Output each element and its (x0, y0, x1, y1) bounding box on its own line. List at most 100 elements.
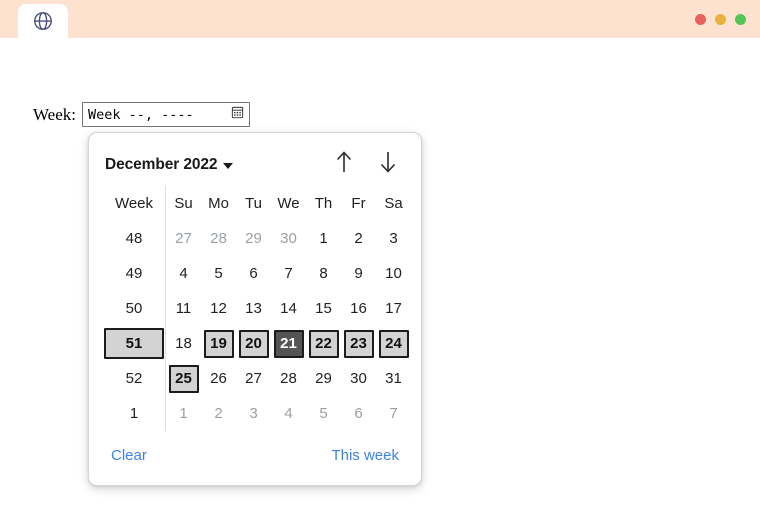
day-number: 11 (175, 300, 192, 317)
week-number-value: 51 (104, 328, 164, 359)
day-header-sa: Sa (384, 195, 403, 212)
day-cell[interactable]: 21 (271, 326, 306, 361)
day-number: 4 (179, 265, 188, 282)
day-number: 18 (175, 335, 192, 352)
day-cell[interactable]: 14 (271, 291, 306, 326)
day-cell[interactable]: 29 (236, 221, 271, 256)
week-number-value: 49 (125, 265, 143, 282)
calendar-nav (333, 149, 399, 180)
day-number: 5 (319, 405, 328, 422)
day-number: 4 (284, 405, 293, 422)
day-number: 29 (315, 370, 332, 387)
week-number-cell[interactable]: 1 (103, 396, 166, 431)
day-number: 12 (210, 300, 227, 317)
calendar-header-row: Week Su Mo Tu We Th Fr Sa (103, 186, 411, 221)
day-cell[interactable]: 7 (271, 256, 306, 291)
page-content: Week: Week --, ---- December 2022 Week S… (0, 38, 760, 529)
day-cell[interactable]: 6 (341, 396, 376, 431)
window-maximize-button[interactable] (735, 13, 746, 25)
day-number: 1 (179, 405, 188, 422)
week-number-cell[interactable]: 52 (103, 361, 166, 396)
day-number: 20 (238, 329, 269, 358)
day-cell[interactable]: 26 (201, 361, 236, 396)
week-field-row: Week: Week --, ---- (33, 102, 250, 127)
day-cell[interactable]: 15 (306, 291, 341, 326)
day-cell[interactable]: 25 (166, 361, 202, 396)
day-cell[interactable]: 6 (236, 256, 271, 291)
day-number: 15 (315, 300, 332, 317)
window-minimize-button[interactable] (715, 13, 726, 25)
week-number-cell[interactable]: 48 (103, 221, 166, 256)
day-cell[interactable]: 3 (376, 221, 411, 256)
this-week-button[interactable]: This week (331, 447, 399, 464)
day-number: 9 (354, 265, 363, 282)
day-number: 24 (378, 329, 409, 358)
day-cell[interactable]: 11 (166, 291, 202, 326)
day-number: 25 (168, 364, 199, 393)
day-cell[interactable]: 30 (271, 221, 306, 256)
day-cell[interactable]: 24 (376, 326, 411, 361)
day-cell[interactable]: 2 (201, 396, 236, 431)
day-cell[interactable]: 3 (236, 396, 271, 431)
day-number: 30 (350, 370, 367, 387)
browser-tab[interactable] (18, 4, 68, 38)
week-input[interactable]: Week --, ---- (82, 102, 250, 127)
day-header-tu: Tu (245, 195, 262, 212)
day-number: 7 (284, 265, 293, 282)
calendar-week-row: 52 25 26 27 28 29 30 31 (103, 361, 411, 396)
day-header-mo: Mo (208, 195, 229, 212)
day-number: 8 (319, 265, 328, 282)
calendar-icon[interactable] (230, 105, 245, 125)
browser-chrome (0, 0, 760, 38)
day-cell[interactable]: 12 (201, 291, 236, 326)
week-field-label: Week: (33, 104, 76, 124)
day-number: 30 (280, 230, 297, 247)
day-cell[interactable]: 9 (341, 256, 376, 291)
day-cell[interactable]: 13 (236, 291, 271, 326)
day-cell[interactable]: 27 (166, 221, 202, 256)
day-number: 16 (350, 300, 367, 317)
day-cell[interactable]: 29 (306, 361, 341, 396)
day-cell[interactable]: 8 (306, 256, 341, 291)
day-cell[interactable]: 30 (341, 361, 376, 396)
day-number: 3 (249, 405, 258, 422)
day-cell[interactable]: 18 (166, 326, 202, 361)
day-cell[interactable]: 28 (201, 221, 236, 256)
week-number-cell[interactable]: 51 (103, 326, 166, 361)
calendar-header: December 2022 (89, 133, 421, 186)
clear-button[interactable]: Clear (111, 447, 147, 464)
day-cell[interactable]: 4 (271, 396, 306, 431)
calendar-week-row: 1 1 2 3 4 5 6 7 (103, 396, 411, 431)
week-number-value: 52 (125, 370, 143, 387)
day-cell[interactable]: 7 (376, 396, 411, 431)
day-cell[interactable]: 16 (341, 291, 376, 326)
arrow-up-icon[interactable] (333, 149, 355, 180)
arrow-down-icon[interactable] (377, 149, 399, 180)
month-year-dropdown[interactable]: December 2022 (105, 156, 234, 174)
day-cell[interactable]: 20 (236, 326, 271, 361)
day-number: 14 (280, 300, 297, 317)
week-number-cell[interactable]: 49 (103, 256, 166, 291)
day-cell[interactable]: 23 (341, 326, 376, 361)
day-cell[interactable]: 17 (376, 291, 411, 326)
day-cell[interactable]: 2 (341, 221, 376, 256)
day-number: 19 (203, 329, 234, 358)
day-cell[interactable]: 5 (201, 256, 236, 291)
day-cell[interactable]: 1 (166, 396, 202, 431)
week-number-value: 1 (129, 405, 139, 422)
day-number: 1 (319, 230, 328, 247)
day-cell[interactable]: 28 (271, 361, 306, 396)
day-cell[interactable]: 31 (376, 361, 411, 396)
day-cell[interactable]: 5 (306, 396, 341, 431)
day-cell[interactable]: 10 (376, 256, 411, 291)
calendar-week-row: 48 27 28 29 30 1 2 3 (103, 221, 411, 256)
day-cell[interactable]: 19 (201, 326, 236, 361)
day-cell[interactable]: 1 (306, 221, 341, 256)
day-cell[interactable]: 22 (306, 326, 341, 361)
window-close-button[interactable] (695, 13, 706, 25)
day-cell[interactable]: 27 (236, 361, 271, 396)
calendar-week-row: 50 11 12 13 14 15 16 17 (103, 291, 411, 326)
day-number: 28 (210, 230, 227, 247)
day-cell[interactable]: 4 (166, 256, 202, 291)
week-number-cell[interactable]: 50 (103, 291, 166, 326)
